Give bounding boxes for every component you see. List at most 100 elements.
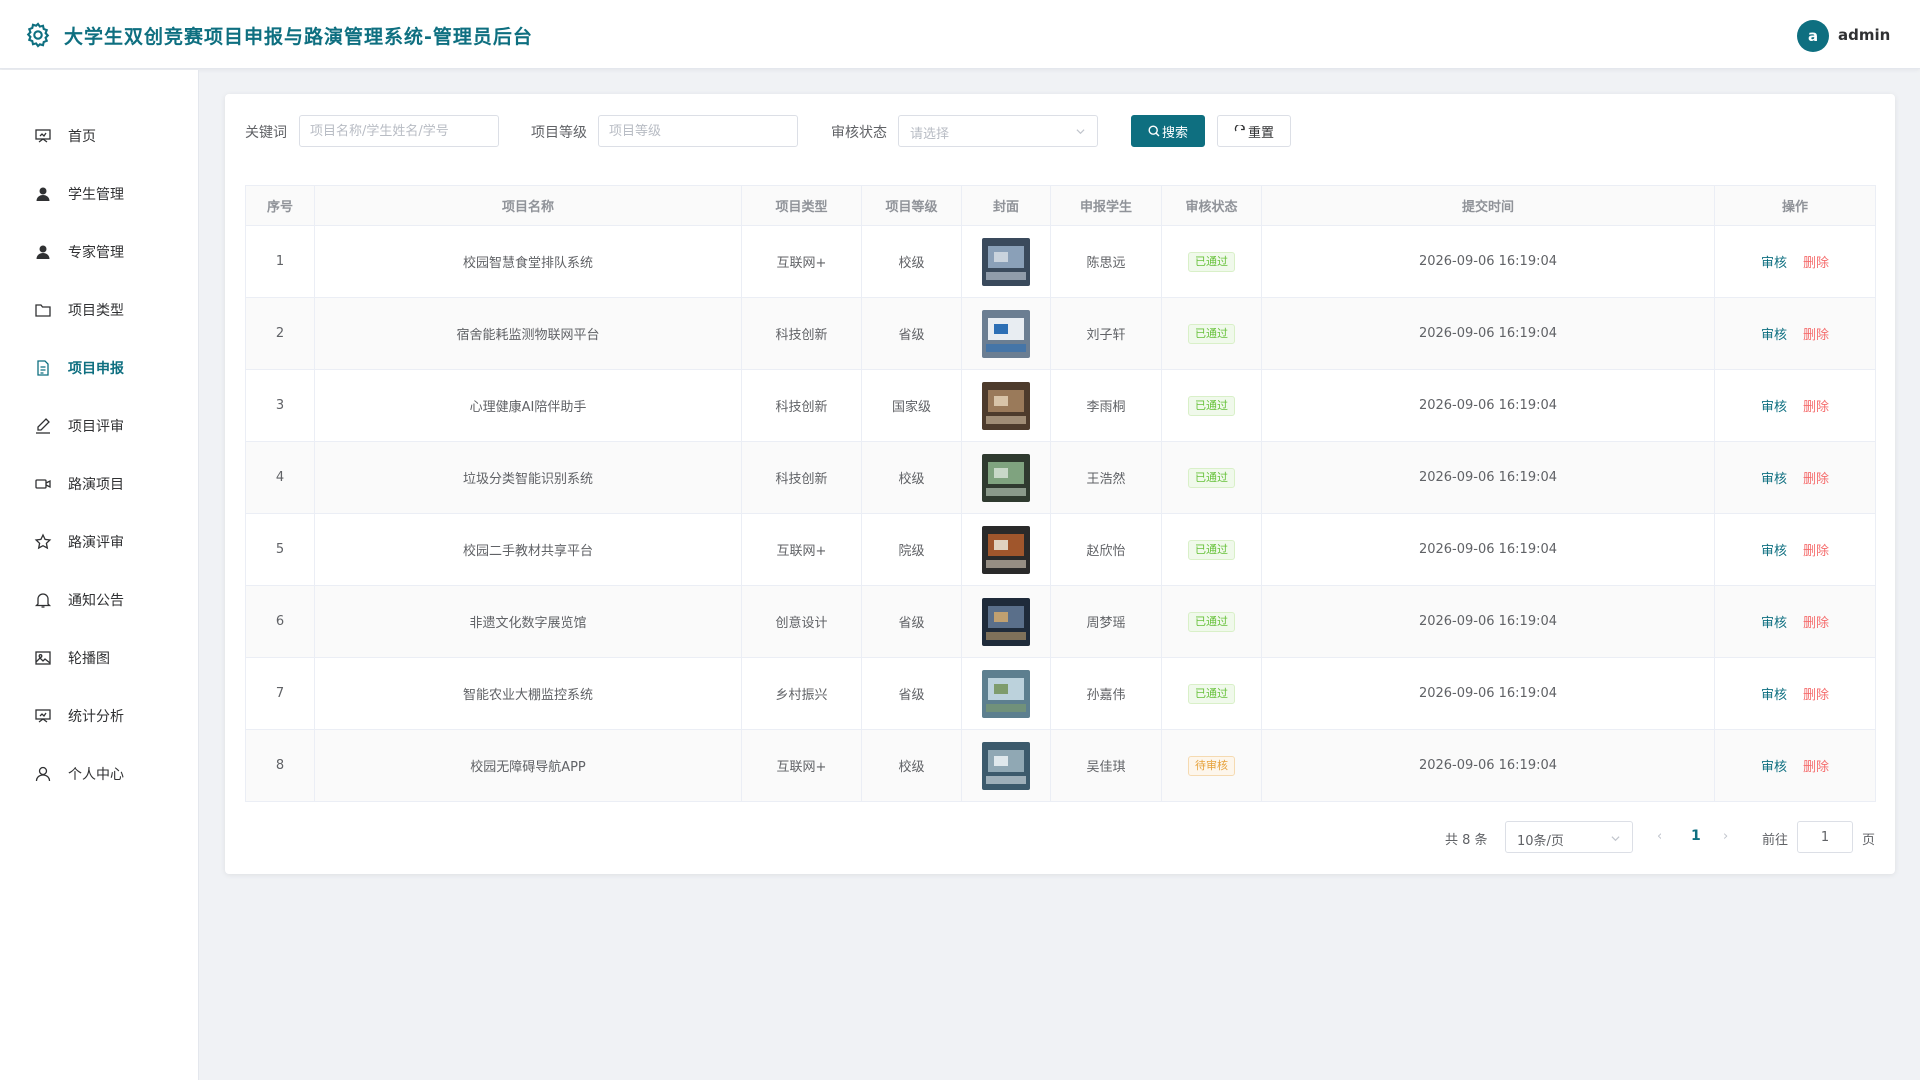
delete-button[interactable]: 删除 <box>1803 256 1829 271</box>
cell-project-name: 宿舍能耗监测物联网平台 <box>314 297 742 370</box>
sidebar-item-roadshow-review[interactable]: 路演评审 <box>0 522 198 562</box>
status-select[interactable]: 请选择 <box>898 115 1098 147</box>
cover-image[interactable] <box>982 525 1030 574</box>
chart-icon <box>35 709 51 723</box>
cell-status: 已通过 <box>1161 657 1262 730</box>
delete-button[interactable]: 删除 <box>1803 328 1829 343</box>
cover-image[interactable] <box>982 237 1030 286</box>
sidebar-item-project-apply[interactable]: 项目申报 <box>0 348 198 388</box>
keyword-input[interactable] <box>299 115 499 147</box>
sidebar-item-project-types[interactable]: 项目类型 <box>0 290 198 330</box>
reset-button[interactable]: 重置 <box>1217 115 1291 147</box>
cell-submit-time: 2026-09-06 16:19:04 <box>1261 297 1715 370</box>
cell-index: 1 <box>245 225 315 298</box>
cell-project-type: 创意设计 <box>741 585 862 658</box>
cell-project-name: 校园无障碍导航APP <box>314 729 742 802</box>
edit-icon <box>36 418 50 434</box>
audit-button[interactable]: 审核 <box>1761 616 1787 631</box>
delete-button[interactable]: 删除 <box>1803 472 1829 487</box>
current-page-button[interactable]: 1 <box>1691 828 1701 844</box>
cell-cover <box>961 729 1051 802</box>
delete-button[interactable]: 删除 <box>1803 760 1829 775</box>
sidebar: 首页 学生管理 专家管理 项目类型 项目申报 项目评审 路演项目 路演评审 通知… <box>0 70 199 1080</box>
cover-image[interactable] <box>982 669 1030 718</box>
sidebar-item-experts[interactable]: 专家管理 <box>0 232 198 272</box>
audit-button[interactable]: 审核 <box>1761 472 1787 487</box>
cell-project-level: 校级 <box>861 729 962 802</box>
sidebar-item-profile[interactable]: 个人中心 <box>0 754 198 794</box>
audit-button[interactable]: 审核 <box>1761 760 1787 775</box>
status-badge: 已通过 <box>1188 323 1235 344</box>
sidebar-item-label: 专家管理 <box>68 245 124 261</box>
sidebar-item-statistics[interactable]: 统计分析 <box>0 696 198 736</box>
next-page-button[interactable]: › <box>1723 829 1728 844</box>
delete-button[interactable]: 删除 <box>1803 400 1829 415</box>
prev-page-button[interactable]: ‹ <box>1657 829 1662 844</box>
table-row: 4 垃圾分类智能识别系统 科技创新 校级 王浩然 已通过 2026-09-06 16:19:… <box>245 441 1876 514</box>
column-header: 序号 <box>245 185 315 226</box>
status-badge: 已通过 <box>1188 611 1235 632</box>
page-size-select[interactable]: 10条/页 <box>1505 821 1633 853</box>
cell-project-type: 乡村振兴 <box>741 657 862 730</box>
status-label: 审核状态 <box>831 125 887 141</box>
avatar[interactable]: a <box>1797 20 1829 52</box>
table-row: 2 宿舍能耗监测物联网平台 科技创新 省级 刘子轩 已通过 2026-09-06 16:19… <box>245 297 1876 370</box>
audit-button[interactable]: 审核 <box>1761 328 1787 343</box>
sidebar-item-label: 项目申报 <box>68 361 124 377</box>
status-badge: 已通过 <box>1188 683 1235 704</box>
cell-project-type: 互联网+ <box>741 513 862 586</box>
status-badge: 已通过 <box>1188 467 1235 488</box>
delete-button[interactable]: 删除 <box>1803 616 1829 631</box>
audit-button[interactable]: 审核 <box>1761 400 1787 415</box>
status-badge: 已通过 <box>1188 539 1235 560</box>
sidebar-item-home[interactable]: 首页 <box>0 116 198 156</box>
table-header-row: 序号 项目名称 项目类型 项目等级 封面 申报学生 审核状态 提交时间 操作 <box>245 185 1876 226</box>
column-header: 操作 <box>1714 185 1876 226</box>
cell-submit-time: 2026-09-06 16:19:04 <box>1261 585 1715 658</box>
cell-actions: 审核 删除 <box>1714 513 1876 586</box>
cell-actions: 审核 删除 <box>1714 225 1876 298</box>
search-icon <box>1148 125 1160 137</box>
goto-page-input[interactable] <box>1797 821 1853 853</box>
pagination-total: 共 8 条 <box>1445 833 1488 848</box>
cell-student: 陈思远 <box>1050 225 1162 298</box>
cover-image[interactable] <box>982 453 1030 502</box>
column-header: 封面 <box>961 185 1051 226</box>
cell-project-type: 科技创新 <box>741 369 862 442</box>
video-icon <box>35 479 51 489</box>
cell-submit-time: 2026-09-06 16:19:04 <box>1261 225 1715 298</box>
table-row: 1 校园智慧食堂排队系统 互联网+ 校级 陈思远 已通过 2026-09-06 16:19:… <box>245 225 1876 298</box>
sidebar-item-carousel[interactable]: 轮播图 <box>0 638 198 678</box>
column-header: 审核状态 <box>1161 185 1262 226</box>
cover-image[interactable] <box>982 597 1030 646</box>
level-input[interactable] <box>598 115 798 147</box>
cell-index: 7 <box>245 657 315 730</box>
cell-project-name: 垃圾分类智能识别系统 <box>314 441 742 514</box>
column-header: 项目等级 <box>861 185 962 226</box>
home-icon <box>35 129 51 143</box>
search-button[interactable]: 搜索 <box>1131 115 1205 147</box>
delete-button[interactable]: 删除 <box>1803 544 1829 559</box>
audit-button[interactable]: 审核 <box>1761 544 1787 559</box>
sidebar-item-project-review[interactable]: 项目评审 <box>0 406 198 446</box>
cell-project-level: 省级 <box>861 585 962 658</box>
cell-project-level: 校级 <box>861 225 962 298</box>
cover-image[interactable] <box>982 309 1030 358</box>
cell-project-name: 非遗文化数字展览馆 <box>314 585 742 658</box>
sidebar-item-students[interactable]: 学生管理 <box>0 174 198 214</box>
cell-project-type: 互联网+ <box>741 225 862 298</box>
cover-image[interactable] <box>982 381 1030 430</box>
sidebar-item-label: 路演项目 <box>68 477 124 493</box>
sidebar-item-notices[interactable]: 通知公告 <box>0 580 198 620</box>
status-badge: 已通过 <box>1188 251 1235 272</box>
audit-button[interactable]: 审核 <box>1761 256 1787 271</box>
top-bar: 大学生双创竞赛项目申报与路演管理系统-管理员后台 a admin <box>0 0 1920 69</box>
audit-button[interactable]: 审核 <box>1761 688 1787 703</box>
cell-student: 周梦瑶 <box>1050 585 1162 658</box>
cover-image[interactable] <box>982 741 1030 790</box>
cell-cover <box>961 585 1051 658</box>
username[interactable]: admin <box>1838 26 1890 44</box>
cell-actions: 审核 删除 <box>1714 657 1876 730</box>
delete-button[interactable]: 删除 <box>1803 688 1829 703</box>
sidebar-item-roadshow-projects[interactable]: 路演项目 <box>0 464 198 504</box>
